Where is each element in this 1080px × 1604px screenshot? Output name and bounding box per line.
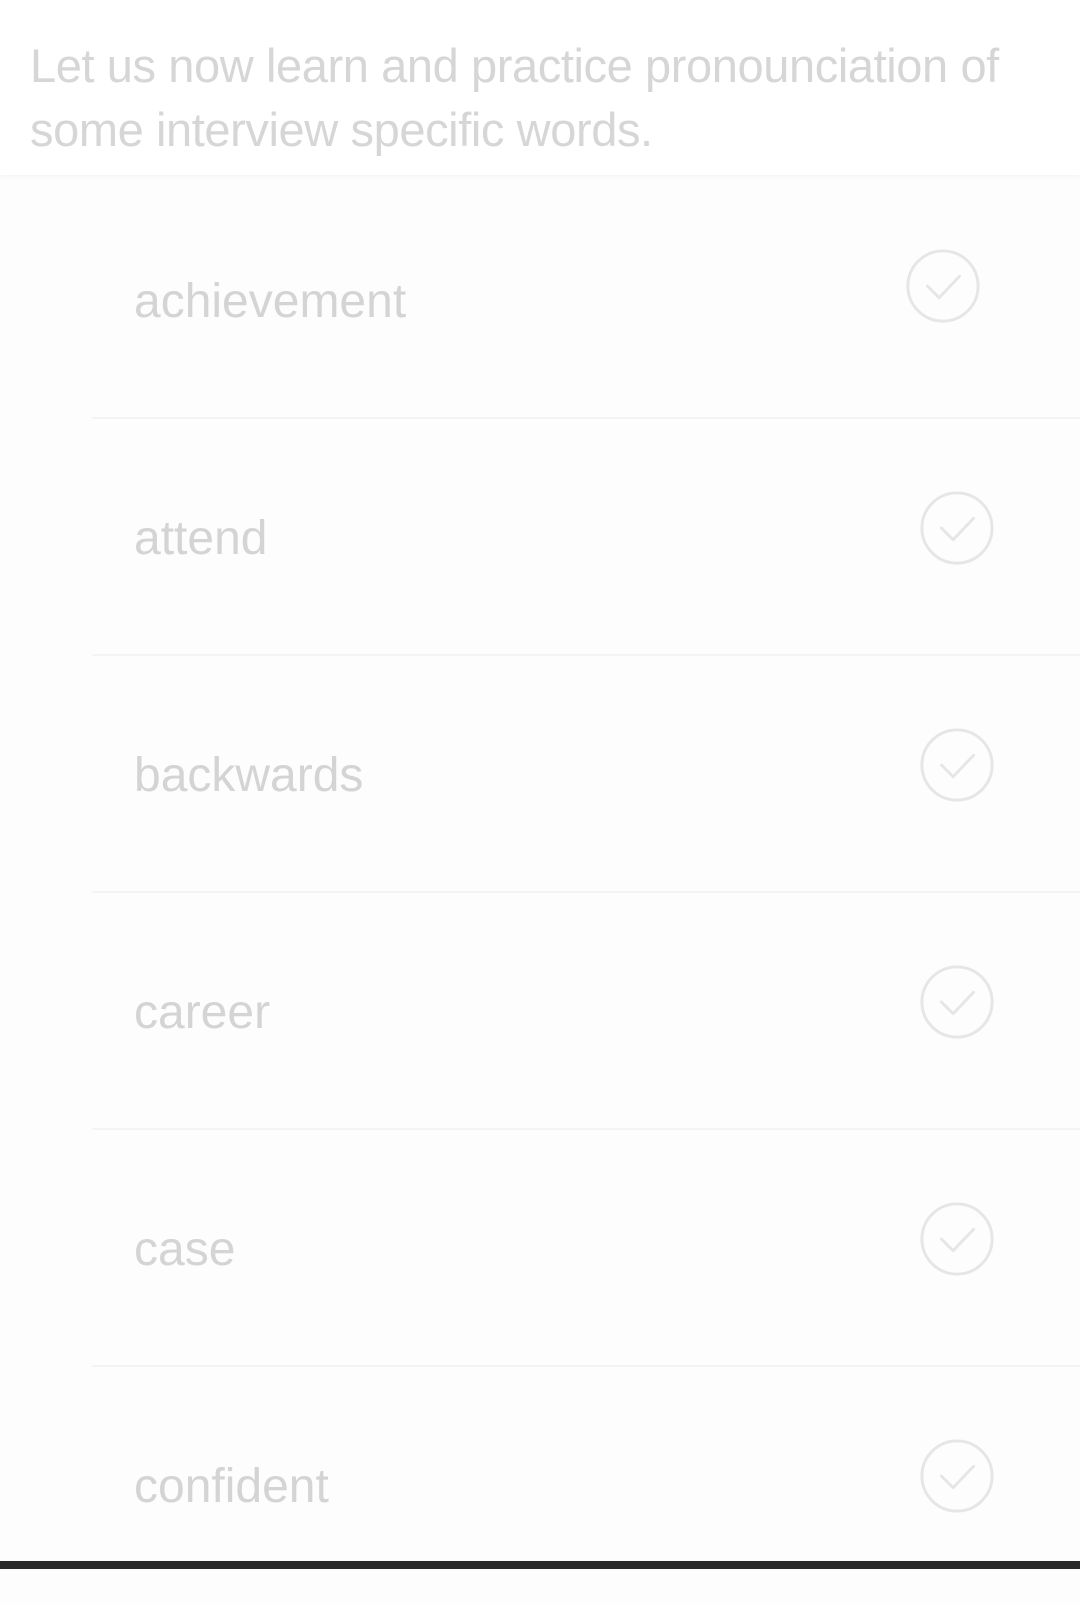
word-label: case <box>134 1223 236 1276</box>
check-circle-icon[interactable] <box>918 489 996 567</box>
word-row-case[interactable]: case <box>0 1130 1080 1367</box>
word-label: backwards <box>134 749 364 802</box>
word-label: achievement <box>134 275 407 328</box>
word-row-achievement[interactable]: achievement <box>0 182 1080 419</box>
check-circle-icon[interactable] <box>918 1437 996 1515</box>
word-label: career <box>134 986 271 1039</box>
intro-header: Let us now learn and practice pronouncia… <box>0 0 1080 175</box>
word-row-career[interactable]: career <box>0 893 1080 1130</box>
intro-text: Let us now learn and practice pronouncia… <box>30 39 999 156</box>
word-row-attend[interactable]: attend <box>0 419 1080 656</box>
check-circle-icon[interactable] <box>918 1200 996 1278</box>
check-circle-icon[interactable] <box>918 963 996 1041</box>
check-circle-icon[interactable] <box>918 726 996 804</box>
word-label: attend <box>134 512 268 565</box>
bottom-bar <box>0 1561 1080 1569</box>
check-circle-icon[interactable] <box>904 247 982 325</box>
word-row-backwards[interactable]: backwards <box>0 656 1080 893</box>
word-list: achievement attend backwards career case… <box>0 182 1080 1604</box>
word-label: confident <box>134 1460 329 1513</box>
